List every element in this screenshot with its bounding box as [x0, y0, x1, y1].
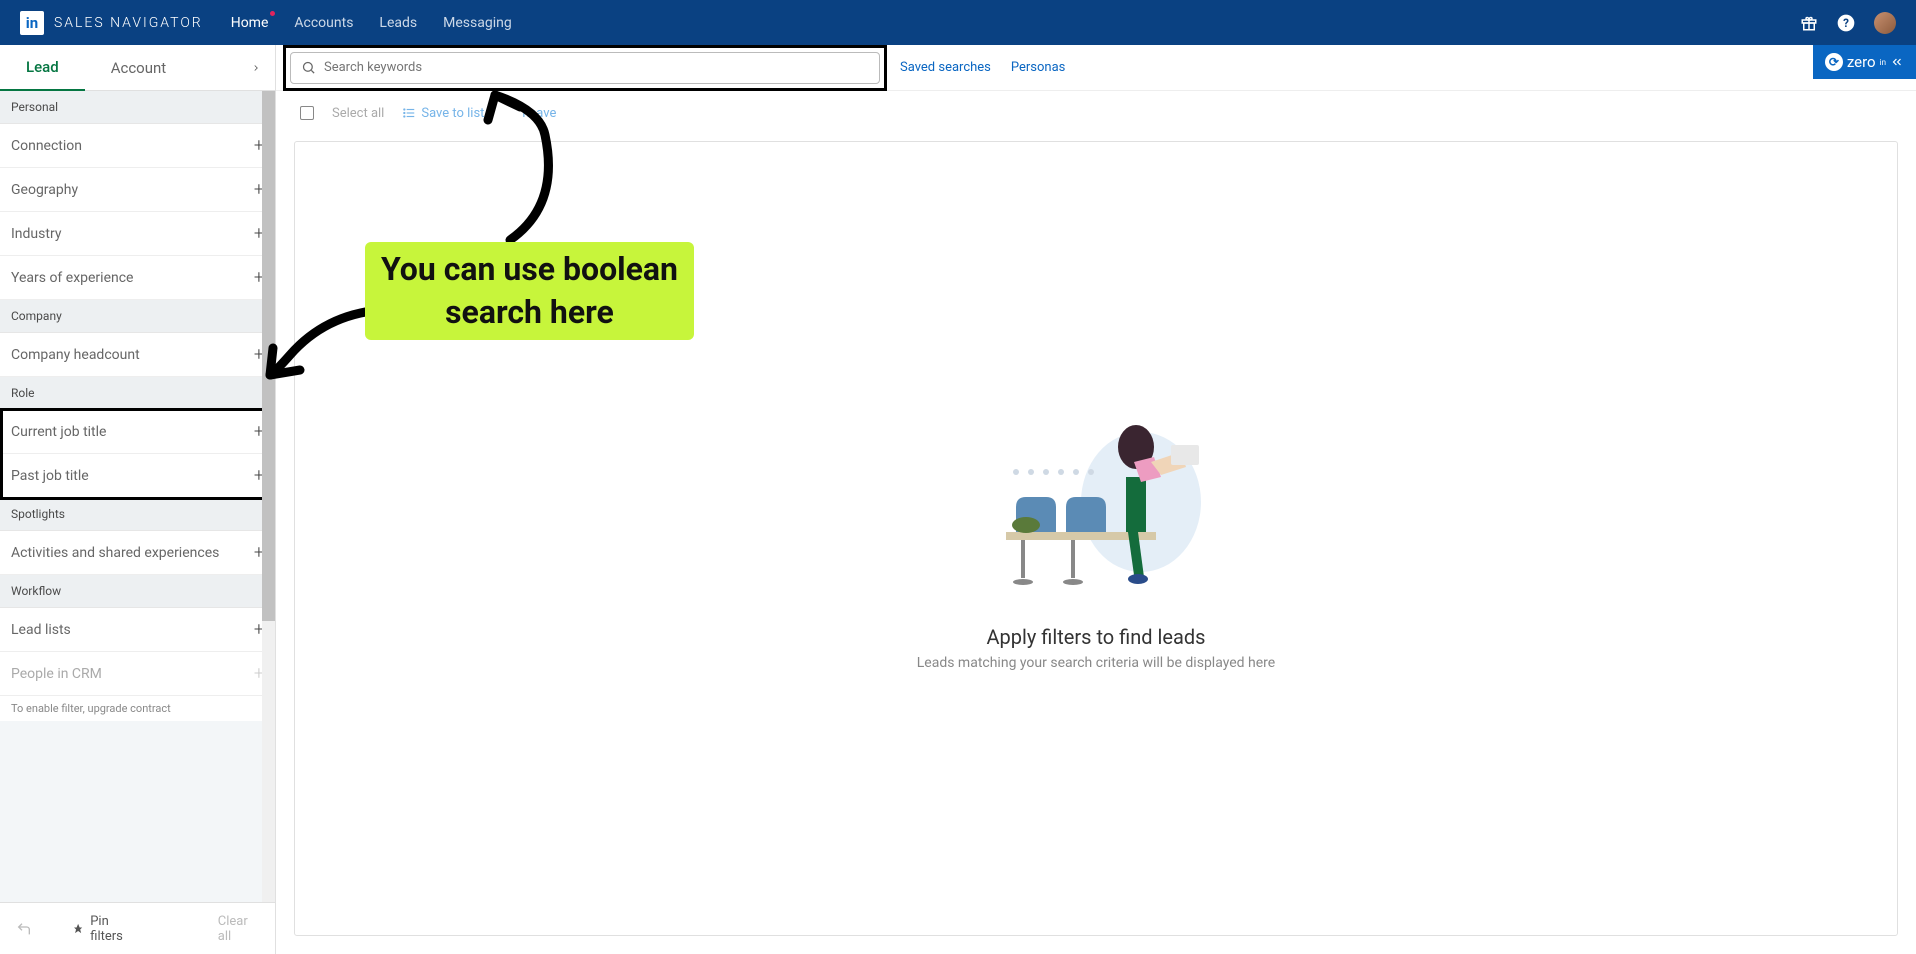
section-spotlights: Spotlights: [0, 498, 275, 531]
filter-activities[interactable]: Activities and shared experiences+: [0, 531, 275, 575]
filter-lead-lists[interactable]: Lead lists+: [0, 608, 275, 652]
select-all-label: Select all: [332, 106, 384, 121]
action-row: Select all Save to list nsave: [276, 91, 1916, 135]
unsave-button[interactable]: nsave: [522, 106, 556, 121]
save-to-list-button[interactable]: Save to list: [402, 106, 484, 121]
filter-past-job-title[interactable]: Past job title+: [0, 454, 275, 498]
saved-searches-link[interactable]: Saved searches: [900, 60, 991, 75]
filter-company-headcount[interactable]: Company headcount+: [0, 333, 275, 377]
filter-people-in-crm: People in CRM+: [0, 652, 275, 696]
sidebar-footer: Pin filters Clear all: [0, 902, 275, 954]
undo-button[interactable]: [16, 921, 32, 937]
nav-messaging[interactable]: Messaging: [443, 15, 512, 31]
main-content: Saved searches Personas Select all Save …: [276, 45, 1916, 954]
svg-text:?: ?: [1843, 16, 1849, 30]
brand-label: SALES NAVIGATOR: [54, 15, 203, 31]
filter-industry[interactable]: Industry+: [0, 212, 275, 256]
select-all-checkbox[interactable]: [300, 106, 314, 120]
search-bar-row: Saved searches Personas: [276, 45, 1916, 91]
search-icon: [301, 60, 316, 75]
filter-tabs: Lead Account: [0, 45, 275, 91]
zeroin-label: zero: [1847, 53, 1876, 71]
empty-title: Apply filters to find leads: [987, 625, 1206, 649]
linkedin-logo-icon[interactable]: in: [20, 11, 44, 35]
tab-account[interactable]: Account: [85, 45, 193, 91]
section-workflow: Workflow: [0, 575, 275, 608]
avatar[interactable]: [1874, 12, 1896, 34]
nav-home[interactable]: Home: [231, 15, 269, 31]
tab-lead[interactable]: Lead: [0, 45, 85, 91]
zeroin-sup: in: [1880, 58, 1886, 67]
filter-geography[interactable]: Geography+: [0, 168, 275, 212]
help-icon[interactable]: ?: [1836, 13, 1856, 33]
clear-all-button[interactable]: Clear all: [218, 914, 259, 944]
pin-icon: [72, 922, 84, 936]
top-nav: in SALES NAVIGATOR Home Accounts Leads M…: [0, 0, 1916, 45]
notification-dot-icon: [270, 11, 275, 16]
personas-link[interactable]: Personas: [1011, 60, 1066, 75]
scrollbar-thumb[interactable]: [262, 91, 275, 621]
nav-accounts[interactable]: Accounts: [294, 15, 353, 31]
search-input[interactable]: [324, 60, 869, 75]
pin-filters-button[interactable]: Pin filters: [72, 914, 138, 944]
section-company: Company: [0, 300, 275, 333]
filter-sidebar: Lead Account Personal Connection+ Geogra…: [0, 45, 276, 954]
search-keyword-box[interactable]: [290, 52, 880, 84]
section-role: Role: [0, 377, 275, 410]
empty-state-illustration: [986, 407, 1206, 607]
undo-arrow-icon: [16, 921, 32, 937]
list-icon: [402, 106, 416, 120]
section-personal: Personal: [0, 91, 275, 124]
filter-years-experience[interactable]: Years of experience+: [0, 256, 275, 300]
gift-icon[interactable]: [1800, 14, 1818, 32]
chevron-left-double-icon: [1890, 55, 1904, 69]
zeroin-logo-icon: ⟳: [1825, 53, 1843, 71]
filter-list: Personal Connection+ Geography+ Industry…: [0, 91, 275, 902]
annotation-callout: You can use boolean search here: [365, 242, 694, 340]
chevron-right-icon[interactable]: [237, 61, 275, 75]
upgrade-note: To enable filter, upgrade contract: [0, 696, 275, 721]
empty-subtitle: Leads matching your search criteria will…: [917, 655, 1275, 671]
filter-connection[interactable]: Connection+: [0, 124, 275, 168]
filter-current-job-title[interactable]: Current job title+: [0, 410, 275, 454]
nav-leads[interactable]: Leads: [379, 15, 417, 31]
zeroin-badge[interactable]: ⟳ zeroin: [1813, 45, 1916, 79]
